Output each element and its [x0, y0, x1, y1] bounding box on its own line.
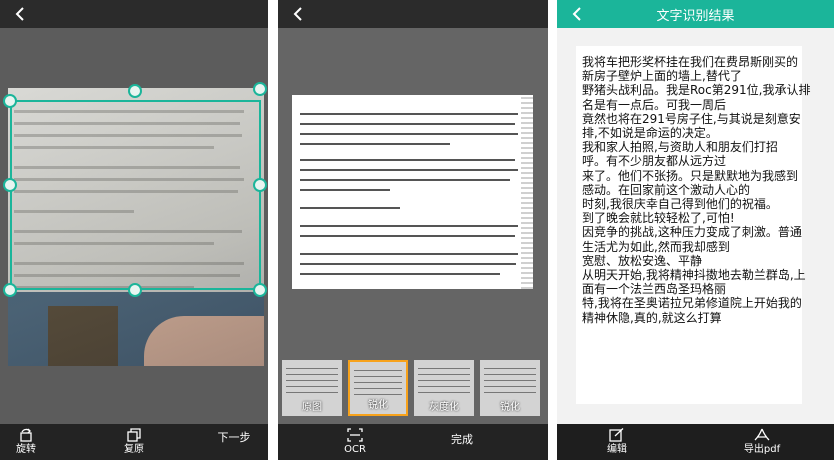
processed-document: [292, 95, 533, 289]
crop-handle-bottom-left[interactable]: [3, 283, 17, 297]
ocr-text-area[interactable]: 我将车把形奖杯挂在我们在费昂斯刚买的 新房子壁炉上面的墙上,替代了 野猪头战利品…: [576, 46, 811, 404]
crop-handle-right[interactable]: [253, 178, 267, 192]
filter-screen: 原图 锐化 灰度化 锐化 OCR 完成: [278, 0, 548, 460]
ocr-result-screen: 文字识别结果 我将车把形奖杯挂在我们在费昂斯刚买的 新房子壁炉上面的墙上,替代了…: [557, 0, 834, 460]
top-bar: [278, 0, 548, 28]
next-step-button[interactable]: 下一步: [210, 432, 258, 444]
ocr-text-line: 名是有一点后。可我一周后: [582, 97, 727, 112]
filter-thumb-grayscale[interactable]: 灰度化: [414, 360, 474, 416]
back-arrow-icon[interactable]: [288, 4, 308, 24]
back-arrow-icon[interactable]: [10, 4, 30, 24]
filter-thumb-sharpen[interactable]: 锐化: [480, 360, 540, 416]
crop-handle-top[interactable]: [128, 84, 142, 98]
export-pdf-button[interactable]: 导出pdf: [737, 428, 787, 456]
ocr-text-line: 面有一个法兰西岛圣玛格丽: [582, 282, 727, 297]
filter-strip: 原图 锐化 灰度化 锐化: [282, 360, 544, 416]
top-bar: [0, 0, 268, 28]
ocr-text-line: 生活尤为如此,然而我却感到: [582, 239, 730, 254]
ocr-text-line: 宽慰、放松安逸、平静: [582, 253, 703, 268]
restore-button[interactable]: 复原: [118, 428, 150, 456]
ocr-text-line: 我和家人拍照,与资助人和朋友们打招: [582, 140, 778, 155]
scan-icon: [347, 428, 363, 442]
crop-handle-top-left[interactable]: [3, 94, 17, 108]
ocr-text-line: 新房子壁炉上面的墙上,替代了: [582, 69, 742, 84]
crop-handle-top-right[interactable]: [253, 82, 267, 96]
crop-handle-left[interactable]: [3, 178, 17, 192]
ocr-text-line: 到了晚会就比较轻松了,可怕!: [582, 211, 735, 226]
bottom-toolbar: OCR 完成: [278, 424, 548, 460]
ocr-text-line: 呼。有不少朋友都从远方过: [582, 154, 727, 169]
edit-label: 编辑: [607, 444, 627, 455]
filter-thumb-sharpen-selected[interactable]: 锐化: [348, 360, 408, 416]
export-pdf-label: 导出pdf: [743, 444, 781, 455]
ocr-text-line: 因竞争的挑战,这种压力变成了刺激。普通: [582, 225, 802, 240]
top-bar: 文字识别结果: [557, 0, 834, 28]
crop-handle-bottom-right[interactable]: [253, 283, 267, 297]
ocr-button[interactable]: OCR: [340, 428, 370, 456]
ocr-text-line: 特,我将在圣奥诺拉兄弟修道院上开始我的: [582, 296, 802, 311]
done-button[interactable]: 完成: [442, 434, 482, 446]
ocr-text-line: 从明天开始,我将精神抖擞地去勒兰群岛,上: [582, 268, 806, 283]
ocr-text-line: 排,不如说是命运的决定。: [582, 126, 718, 141]
filter-label: 锐化: [500, 402, 520, 413]
ocr-text-line: 感动。在回家前这个激动人心的: [582, 182, 751, 197]
crop-handle-bottom[interactable]: [128, 283, 142, 297]
ocr-text-line: 野猪头战利品。我是Roc第291位,我承认排: [582, 83, 811, 98]
filter-label: 锐化: [368, 400, 388, 411]
filter-label: 灰度化: [429, 402, 459, 413]
ocr-text-line: 我将车把形奖杯挂在我们在费昂斯刚买的: [582, 55, 799, 69]
rotate-button[interactable]: 旋转: [10, 428, 42, 456]
restore-label: 复原: [124, 444, 144, 455]
edit-button[interactable]: 编辑: [602, 428, 632, 456]
ocr-text-line: 竟然也将在291号房子住,与其说是刻意安: [582, 111, 801, 126]
crop-frame[interactable]: [10, 100, 261, 290]
crop-screen: 旋转 复原 下一步: [0, 0, 268, 460]
rotate-label: 旋转: [16, 444, 36, 455]
filter-thumb-original[interactable]: 原图: [282, 360, 342, 416]
bottom-toolbar: 旋转 复原 下一步: [0, 424, 268, 460]
filter-label: 原图: [302, 402, 322, 413]
done-label: 完成: [451, 433, 473, 446]
ocr-text-line: 来了。他们不张扬。只是默默地为我感到: [582, 168, 799, 183]
pdf-icon: [754, 428, 770, 441]
ocr-label: OCR: [344, 444, 366, 455]
edit-icon: [609, 428, 624, 442]
next-step-label: 下一步: [217, 431, 251, 444]
restore-icon: [127, 428, 141, 442]
ocr-text-line: 精神休隐,真的,就这么打算: [582, 310, 722, 325]
bottom-toolbar: 编辑 导出pdf: [557, 424, 834, 460]
ocr-text-line: 时刻,我很庆幸自己得到他们的祝福。: [582, 197, 778, 212]
rotate-icon: [20, 428, 32, 442]
page-title: 文字识别结果: [656, 9, 735, 24]
